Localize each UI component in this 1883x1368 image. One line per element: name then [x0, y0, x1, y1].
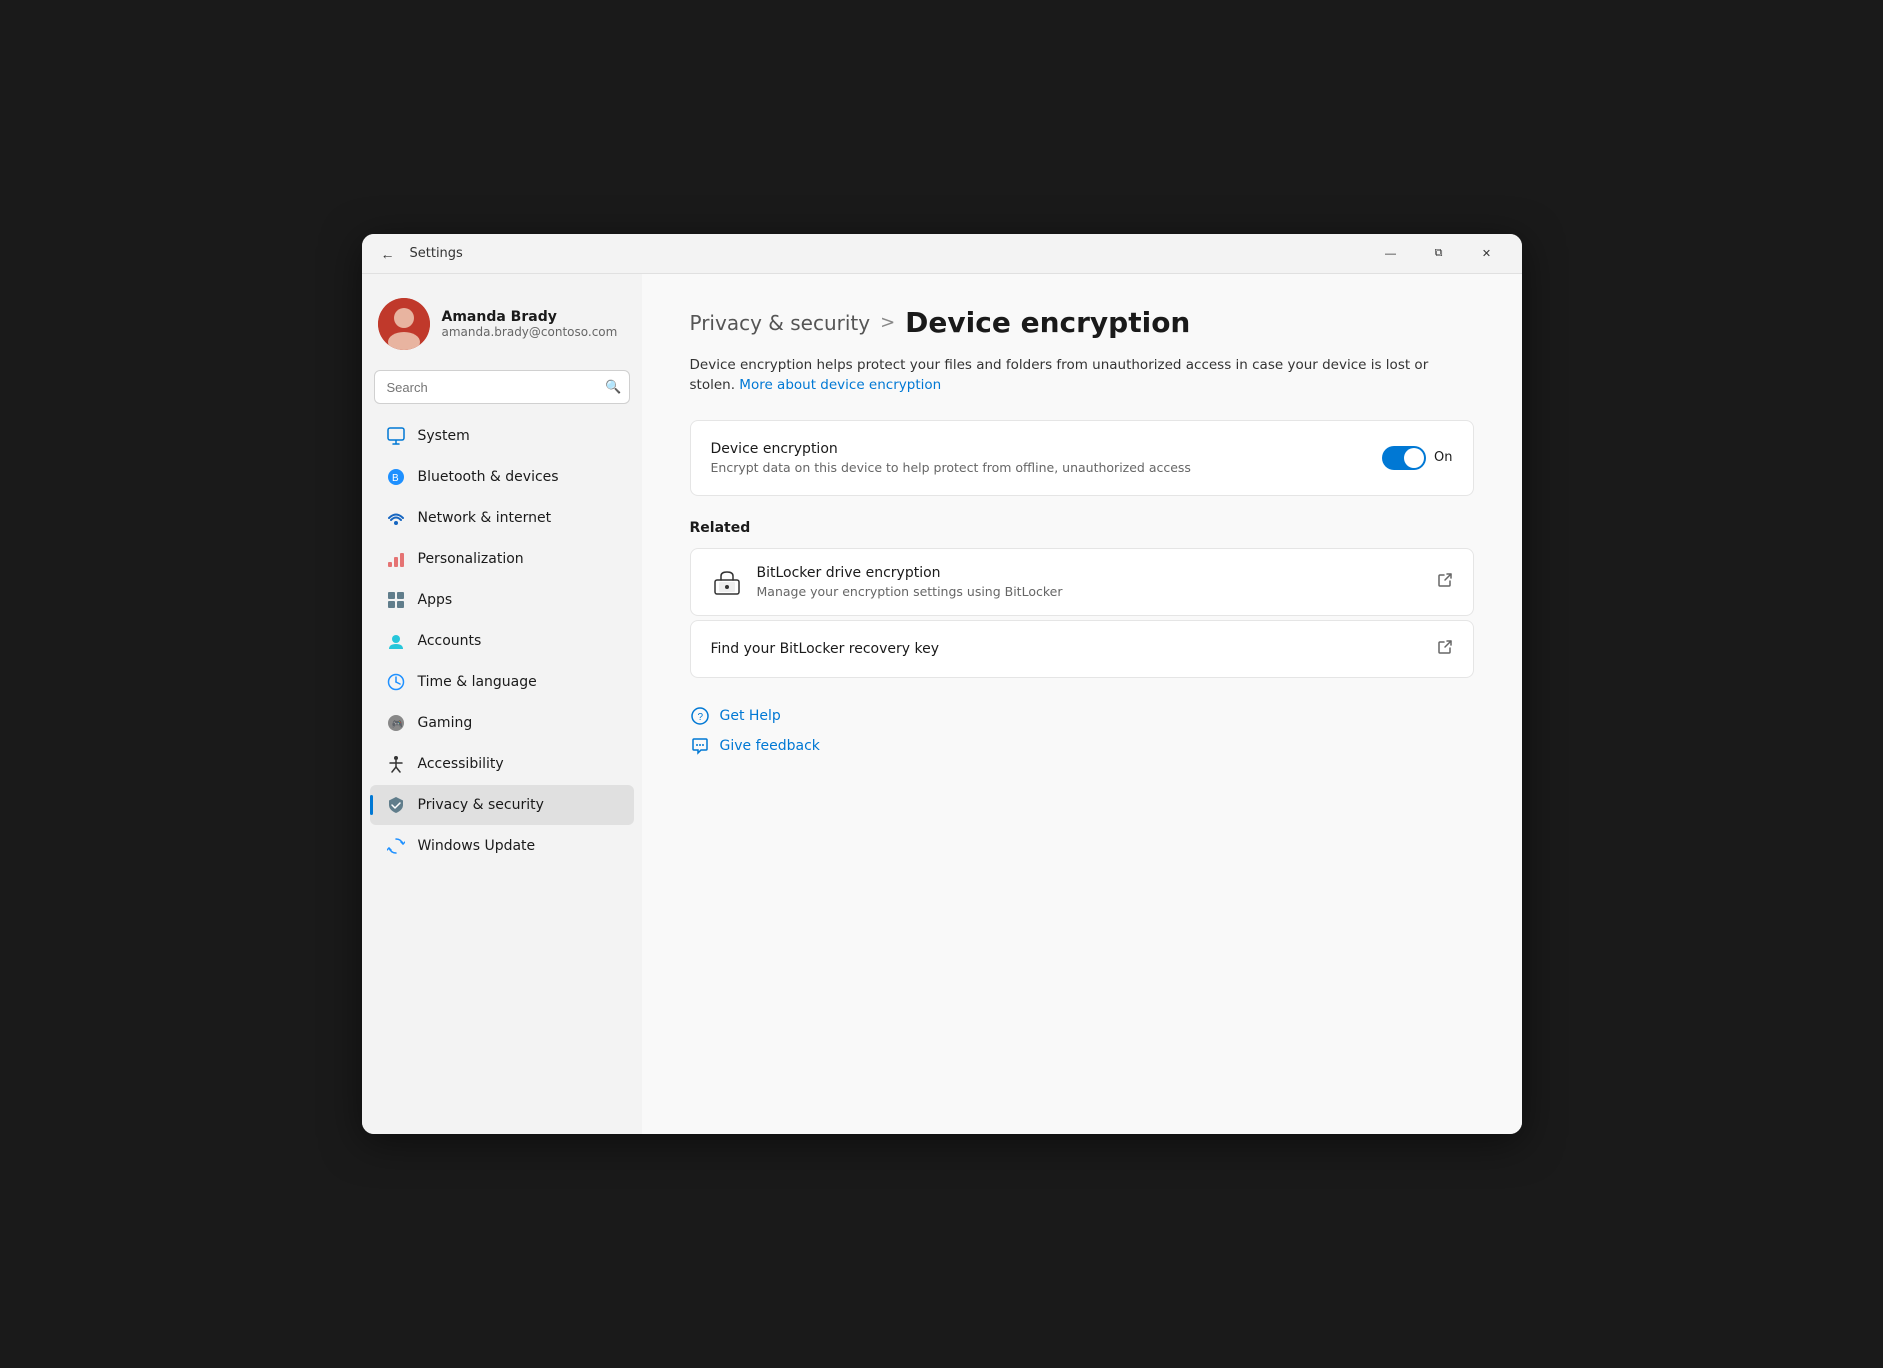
- user-profile[interactable]: Amanda Brady amanda.brady@contoso.com: [362, 286, 642, 370]
- user-name: Amanda Brady: [442, 309, 618, 325]
- sidebar-item-personalization[interactable]: Personalization: [370, 539, 634, 579]
- give-feedback-label: Give feedback: [720, 738, 820, 754]
- bitlocker-title: BitLocker drive encryption: [757, 565, 1423, 581]
- setting-desc: Encrypt data on this device to help prot…: [711, 460, 1383, 475]
- sidebar-item-network-label: Network & internet: [418, 510, 618, 526]
- get-help-link[interactable]: ? Get Help: [690, 706, 1474, 726]
- content-area: Privacy & security > Device encryption D…: [642, 274, 1522, 1134]
- sidebar-item-apps[interactable]: Apps: [370, 580, 634, 620]
- sidebar-item-system[interactable]: System: [370, 416, 634, 456]
- search-input[interactable]: [374, 370, 630, 404]
- sidebar-item-apps-label: Apps: [418, 592, 618, 608]
- sidebar-item-time-label: Time & language: [418, 674, 618, 690]
- recovery-key-external-icon: [1437, 639, 1453, 659]
- svg-text:B: B: [392, 473, 399, 484]
- description-link[interactable]: More about device encryption: [739, 377, 941, 393]
- sidebar-item-accounts-label: Accounts: [418, 633, 618, 649]
- get-help-label: Get Help: [720, 708, 781, 724]
- sidebar-item-personalization-label: Personalization: [418, 551, 618, 567]
- sidebar-item-network[interactable]: Network & internet: [370, 498, 634, 538]
- toggle-container: On: [1382, 446, 1452, 470]
- titlebar-controls: — ⧉ ✕: [1368, 238, 1510, 270]
- user-info: Amanda Brady amanda.brady@contoso.com: [442, 309, 618, 339]
- sidebar-nav: System B Bluetooth & devices: [362, 416, 642, 866]
- breadcrumb-current: Device encryption: [905, 306, 1190, 339]
- setting-title: Device encryption: [711, 441, 1383, 457]
- sidebar-item-update[interactable]: Windows Update: [370, 826, 634, 866]
- sidebar-item-accessibility-label: Accessibility: [418, 756, 618, 772]
- related-section-label: Related: [690, 520, 1474, 536]
- personalization-icon: [386, 549, 406, 569]
- avatar: [378, 298, 430, 350]
- sidebar-item-bluetooth[interactable]: B Bluetooth & devices: [370, 457, 634, 497]
- breadcrumb: Privacy & security > Device encryption: [690, 306, 1474, 339]
- sidebar-item-privacy-label: Privacy & security: [418, 797, 618, 813]
- bitlocker-icon: [711, 566, 743, 598]
- sidebar-item-accessibility[interactable]: Accessibility: [370, 744, 634, 784]
- back-button[interactable]: ←: [374, 240, 402, 268]
- sidebar-item-time[interactable]: Time & language: [370, 662, 634, 702]
- search-box: 🔍: [374, 370, 630, 404]
- sidebar-item-privacy[interactable]: Privacy & security: [370, 785, 634, 825]
- sidebar-item-gaming-label: Gaming: [418, 715, 618, 731]
- bluetooth-icon: B: [386, 467, 406, 487]
- apps-icon: [386, 590, 406, 610]
- bitlocker-desc: Manage your encryption settings using Bi…: [757, 584, 1423, 599]
- breadcrumb-separator: >: [880, 312, 895, 333]
- main-layout: Amanda Brady amanda.brady@contoso.com 🔍: [362, 274, 1522, 1134]
- search-icon[interactable]: 🔍: [605, 379, 621, 395]
- recovery-key-item[interactable]: Find your BitLocker recovery key: [690, 620, 1474, 678]
- time-icon: [386, 672, 406, 692]
- accounts-icon: [386, 631, 406, 651]
- breadcrumb-parent: Privacy & security: [690, 311, 871, 335]
- close-button[interactable]: ✕: [1464, 238, 1510, 270]
- settings-window: ← Settings — ⧉ ✕ Amanda Brady: [362, 234, 1522, 1134]
- titlebar: ← Settings — ⧉ ✕: [362, 234, 1522, 274]
- give-feedback-link[interactable]: Give feedback: [690, 736, 1474, 756]
- network-icon: [386, 508, 406, 528]
- minimize-button[interactable]: —: [1368, 238, 1414, 270]
- give-feedback-icon: [690, 736, 710, 756]
- sidebar-item-gaming[interactable]: 🎮 Gaming: [370, 703, 634, 743]
- maximize-button[interactable]: ⧉: [1416, 238, 1462, 270]
- sidebar-item-bluetooth-label: Bluetooth & devices: [418, 469, 618, 485]
- titlebar-title: Settings: [410, 246, 1368, 261]
- gaming-icon: 🎮: [386, 713, 406, 733]
- svg-text:🎮: 🎮: [391, 719, 402, 729]
- setting-info: Device encryption Encrypt data on this d…: [711, 441, 1383, 475]
- help-links: ? Get Help Give feedback: [690, 706, 1474, 756]
- privacy-icon: [386, 795, 406, 815]
- user-email: amanda.brady@contoso.com: [442, 325, 618, 339]
- device-encryption-card: Device encryption Encrypt data on this d…: [690, 420, 1474, 496]
- bitlocker-external-icon: [1437, 572, 1453, 592]
- update-icon: [386, 836, 406, 856]
- accessibility-icon: [386, 754, 406, 774]
- svg-text:?: ?: [697, 712, 703, 723]
- toggle-label: On: [1434, 450, 1452, 465]
- sidebar-item-system-label: System: [418, 428, 618, 444]
- sidebar-item-accounts[interactable]: Accounts: [370, 621, 634, 661]
- get-help-icon: ?: [690, 706, 710, 726]
- recovery-key-label: Find your BitLocker recovery key: [711, 641, 1437, 657]
- system-icon: [386, 426, 406, 446]
- encryption-toggle[interactable]: [1382, 446, 1426, 470]
- sidebar-item-update-label: Windows Update: [418, 838, 618, 854]
- bitlocker-item[interactable]: BitLocker drive encryption Manage your e…: [690, 548, 1474, 616]
- toggle-thumb: [1404, 448, 1424, 468]
- bitlocker-info: BitLocker drive encryption Manage your e…: [757, 565, 1423, 599]
- sidebar: Amanda Brady amanda.brady@contoso.com 🔍: [362, 274, 642, 1134]
- page-description: Device encryption helps protect your fil…: [690, 355, 1474, 396]
